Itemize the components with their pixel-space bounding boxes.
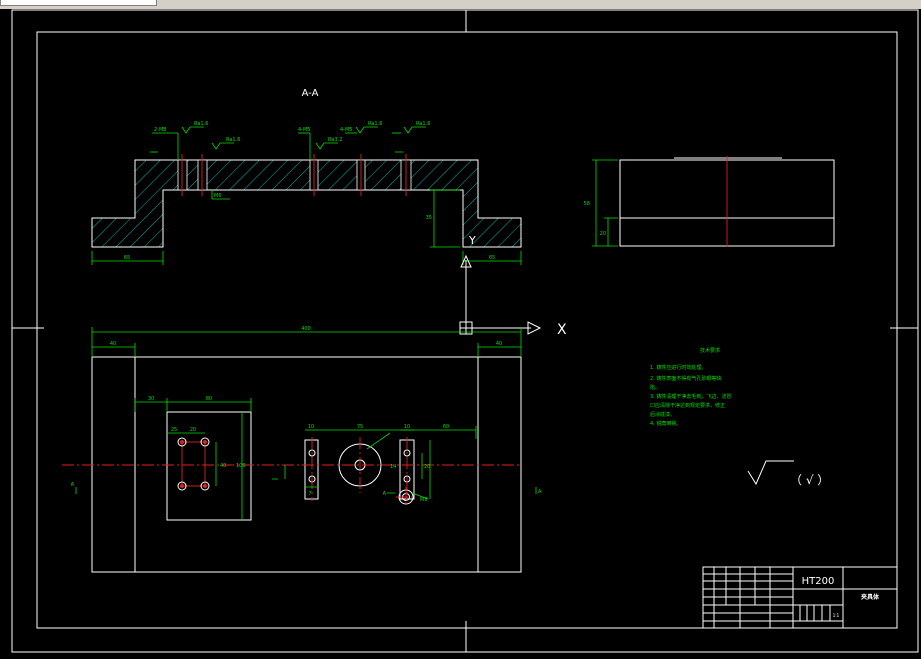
notes-title: 技术要求	[700, 347, 720, 354]
dim-text: 25	[171, 427, 177, 433]
notes-line: 陷。	[650, 384, 660, 391]
dim-text: 80	[206, 396, 212, 402]
roughness-symbol: √ （ √ ）	[747, 460, 829, 487]
roughness-text: Ra1.6	[194, 121, 208, 127]
window-tab[interactable]	[0, 0, 157, 6]
dim-text: 60	[443, 424, 449, 430]
section-label: A-A	[302, 88, 319, 99]
axis-x-label: X	[557, 322, 567, 338]
notes-line: 3. 铸件清理干净去毛刺，飞边，浇冒	[650, 393, 731, 400]
dim-text: M6	[214, 193, 222, 199]
roughness-text: Ra1.6	[416, 121, 430, 127]
dim-text: 400	[301, 326, 311, 332]
dim-text: 10	[404, 424, 410, 430]
dim-text: 4-M5	[340, 127, 352, 133]
notes-line: 1. 铸件应进行时效处理。	[650, 364, 706, 371]
roughness-text: Ra1.6	[226, 137, 240, 143]
dim-text: 58	[584, 201, 590, 207]
dim-text: 35	[426, 215, 432, 221]
section-mark: A	[538, 489, 542, 495]
outer-frame	[11, 9, 919, 653]
dim-text: 65	[124, 255, 130, 261]
part-name-text: 夹具体	[861, 593, 880, 601]
centring-marks	[12, 10, 918, 652]
dim-text: 40	[496, 341, 502, 347]
notes-line: 4. 锐角倒钝。	[650, 420, 681, 427]
dim-text: 100	[236, 463, 246, 469]
section-dim-text: 65 65 35 2-M8 4-M5 4-M5 M6 Ra1.6 Ra1.6 R…	[124, 121, 495, 261]
dim-text: 10	[308, 424, 314, 430]
side-view: 58 20	[584, 156, 835, 247]
dim-text: 20	[190, 427, 196, 433]
dim-text: 20	[600, 231, 606, 237]
window-top-strip	[0, 0, 921, 9]
title-block: HT200 夹具体 1:1	[702, 566, 898, 629]
roughness-text: Ra3.2	[328, 137, 342, 143]
scale-text: 1:1	[833, 613, 840, 618]
drawing-svg: A-A 65 65 35 2-M8 4-M5 4-M5 M6 Ra1.6 Ra1…	[11, 9, 919, 653]
dim-text: M8	[420, 497, 428, 503]
dim-text: 2-M8	[154, 127, 166, 133]
dim-text: 7	[308, 491, 311, 497]
plan-view: 400 40 40 30 80 25 20 40 100 10 75 10 60…	[62, 326, 542, 573]
plan-dim-text: 400 40 40 30 80 25 20 40 100 10 75 10 60…	[71, 326, 542, 503]
notes-line: 后涂底漆。	[650, 411, 675, 418]
notes-line: 2. 铸件表面不得有气孔砂眼等缺	[650, 375, 721, 382]
dim-text: 40	[110, 341, 116, 347]
section-mark: A	[71, 482, 75, 488]
axis-y-label: Y	[468, 234, 476, 247]
roughness-right: （ √ ）	[790, 473, 829, 487]
notes-line: 口应清除干净达到规定要求，修正	[650, 402, 725, 409]
hole-pattern-left	[177, 437, 411, 491]
section-view: 65 65 35 2-M8 4-M5 4-M5 M6 Ra1.6 Ra1.6 R…	[91, 121, 522, 265]
dim-text: 14	[390, 464, 396, 470]
cad-canvas[interactable]: A-A 65 65 35 2-M8 4-M5 4-M5 M6 Ra1.6 Ra1…	[0, 9, 921, 655]
plan-centerlines	[62, 437, 521, 507]
roughness-text: Ra1.6	[368, 121, 382, 127]
dim-text: 20	[424, 464, 430, 470]
dim-text: 65	[489, 255, 495, 261]
plan-outline	[91, 356, 522, 573]
datum-mark: A	[383, 491, 387, 497]
dim-text: 75	[357, 424, 363, 430]
ucs-icon: Y X	[459, 234, 567, 338]
dim-text: 4-M5	[298, 127, 310, 133]
inner-border	[36, 31, 898, 629]
dim-text: 30	[148, 396, 154, 402]
section-body	[91, 159, 522, 248]
technical-notes: 技术要求 1. 铸件应进行时效处理。 2. 铸件表面不得有气孔砂眼等缺 陷。 3…	[650, 347, 731, 427]
plan-dim-lines	[75, 327, 537, 520]
dim-text: 40	[220, 463, 226, 469]
material-text: HT200	[802, 576, 835, 587]
